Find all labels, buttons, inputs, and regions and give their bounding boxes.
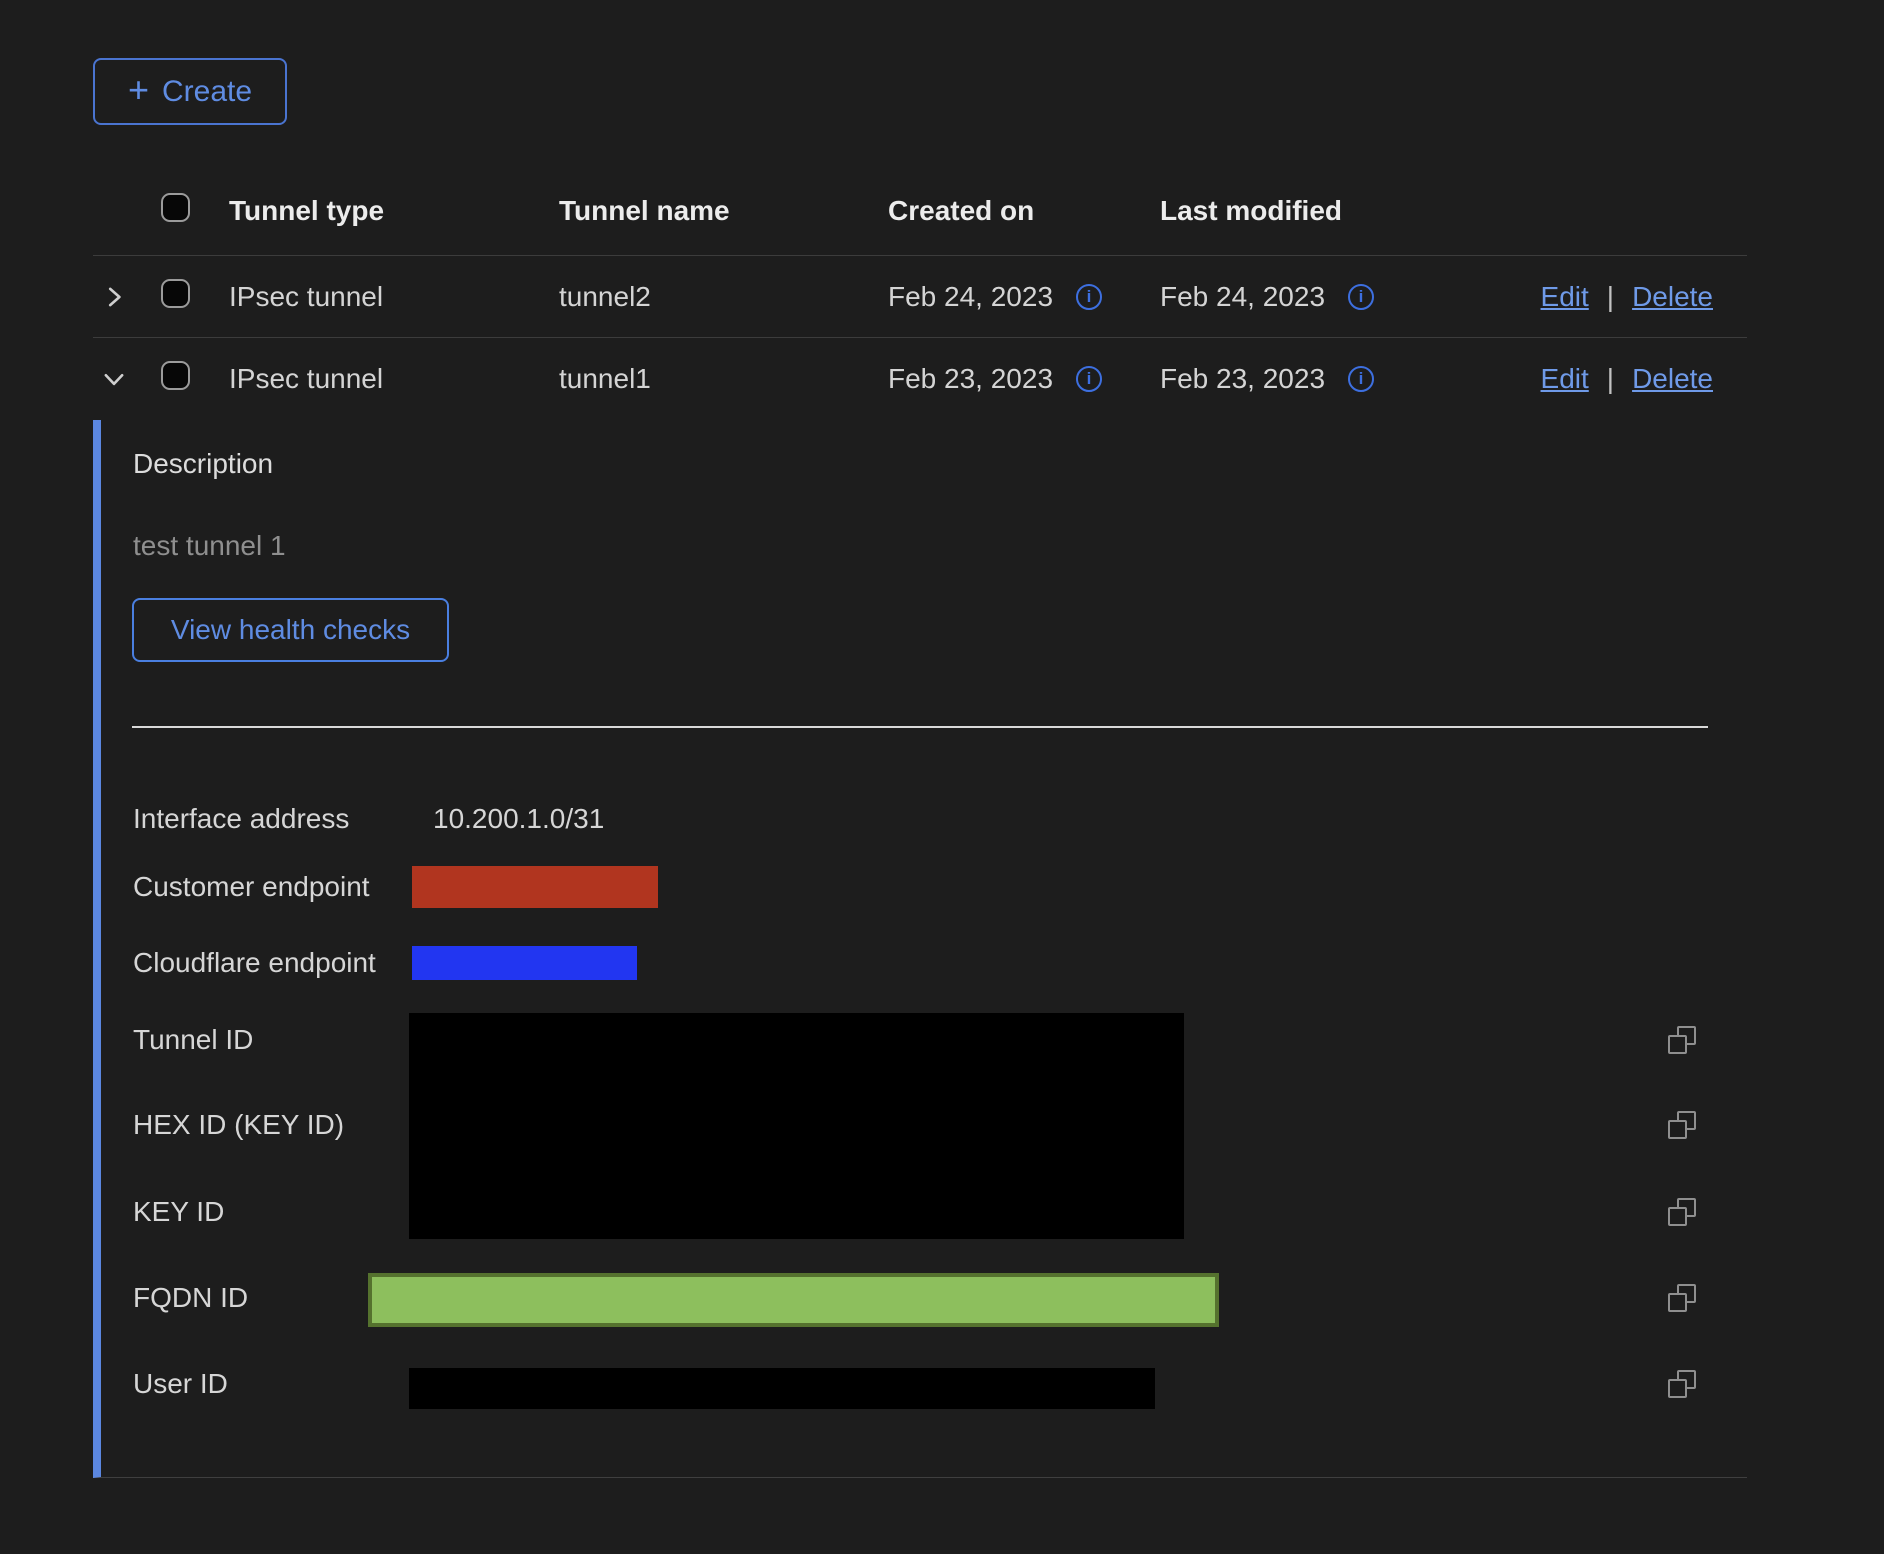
tunnels-table: Tunnel type Tunnel name Created on Last … bbox=[93, 166, 1747, 420]
copy-icon[interactable] bbox=[1668, 1370, 1696, 1398]
hex-id-label: HEX ID (KEY ID) bbox=[133, 1109, 344, 1141]
description-value: test tunnel 1 bbox=[133, 530, 286, 562]
info-icon[interactable]: i bbox=[1348, 366, 1374, 392]
table-row-tunnel1: IPsec tunnel tunnel1 Feb 23, 2023 i Feb … bbox=[93, 338, 1747, 420]
row-actions: Edit | Delete bbox=[1541, 363, 1713, 395]
copy-front-square bbox=[1668, 1035, 1687, 1054]
last-modified-value: Feb 23, 2023 bbox=[1160, 363, 1325, 395]
copy-front-square bbox=[1668, 1379, 1687, 1398]
delete-link[interactable]: Delete bbox=[1632, 281, 1713, 313]
tunnel-name-cell: tunnel1 bbox=[559, 363, 651, 395]
column-header-tunnel-type: Tunnel type bbox=[229, 195, 384, 227]
fqdn-id-label: FQDN ID bbox=[133, 1282, 248, 1314]
cloudflare-endpoint-label: Cloudflare endpoint bbox=[133, 947, 376, 979]
created-on-cell: Feb 24, 2023 i bbox=[888, 281, 1102, 313]
customer-endpoint-redacted-value bbox=[412, 866, 658, 908]
tunnel-type-cell: IPsec tunnel bbox=[229, 363, 383, 395]
edit-link[interactable]: Edit bbox=[1541, 281, 1589, 313]
copy-icon[interactable] bbox=[1668, 1284, 1696, 1312]
tunnel-details-panel: Description test tunnel 1 View health ch… bbox=[93, 420, 1747, 1478]
copy-front-square bbox=[1668, 1293, 1687, 1312]
last-modified-cell: Feb 24, 2023 i bbox=[1160, 281, 1374, 313]
section-divider bbox=[132, 726, 1708, 728]
ids-redacted-block bbox=[409, 1013, 1184, 1239]
copy-front-square bbox=[1668, 1120, 1687, 1139]
copy-front-square bbox=[1668, 1207, 1687, 1226]
column-header-last-modified: Last modified bbox=[1160, 195, 1342, 227]
created-on-cell: Feb 23, 2023 i bbox=[888, 363, 1102, 395]
link-separator: | bbox=[1607, 281, 1614, 313]
last-modified-value: Feb 24, 2023 bbox=[1160, 281, 1325, 313]
copy-icon[interactable] bbox=[1668, 1198, 1696, 1226]
cloudflare-endpoint-redacted-value bbox=[412, 946, 637, 980]
create-button-label: Create bbox=[162, 75, 252, 109]
interface-address-label: Interface address bbox=[133, 803, 349, 835]
tunnel-name-cell: tunnel2 bbox=[559, 281, 651, 313]
copy-icon[interactable] bbox=[1668, 1111, 1696, 1139]
column-header-created-on: Created on bbox=[888, 195, 1034, 227]
ipsec-tunnels-page: + Create Tunnel type Tunnel name Created… bbox=[0, 0, 1884, 1554]
info-icon[interactable]: i bbox=[1348, 284, 1374, 310]
checkbox-icon bbox=[161, 193, 190, 222]
link-separator: | bbox=[1607, 363, 1614, 395]
row-checkbox[interactable] bbox=[161, 279, 190, 315]
row-actions: Edit | Delete bbox=[1541, 281, 1713, 313]
interface-address-value: 10.200.1.0/31 bbox=[433, 803, 604, 835]
user-id-redacted-value bbox=[409, 1368, 1155, 1409]
chevron-right-icon[interactable] bbox=[99, 282, 129, 312]
select-all-checkbox[interactable] bbox=[161, 193, 190, 229]
tunnel-type-cell: IPsec tunnel bbox=[229, 281, 383, 313]
delete-link[interactable]: Delete bbox=[1632, 363, 1713, 395]
last-modified-cell: Feb 23, 2023 i bbox=[1160, 363, 1374, 395]
created-on-value: Feb 24, 2023 bbox=[888, 281, 1053, 313]
user-id-label: User ID bbox=[133, 1368, 228, 1400]
fqdn-id-redacted-value bbox=[368, 1273, 1219, 1327]
table-row-tunnel2: IPsec tunnel tunnel2 Feb 24, 2023 i Feb … bbox=[93, 256, 1747, 338]
info-icon[interactable]: i bbox=[1076, 366, 1102, 392]
copy-icon[interactable] bbox=[1668, 1026, 1696, 1054]
chevron-down-icon[interactable] bbox=[99, 364, 129, 394]
info-icon[interactable]: i bbox=[1076, 284, 1102, 310]
create-button[interactable]: + Create bbox=[93, 58, 287, 125]
customer-endpoint-label: Customer endpoint bbox=[133, 871, 370, 903]
tunnel-id-label: Tunnel ID bbox=[133, 1024, 253, 1056]
plus-icon: + bbox=[128, 72, 149, 108]
edit-link[interactable]: Edit bbox=[1541, 363, 1589, 395]
description-label: Description bbox=[133, 448, 273, 480]
column-header-tunnel-name: Tunnel name bbox=[559, 195, 730, 227]
row-checkbox[interactable] bbox=[161, 361, 190, 397]
view-health-checks-button[interactable]: View health checks bbox=[132, 598, 449, 662]
table-header-row: Tunnel type Tunnel name Created on Last … bbox=[93, 166, 1747, 256]
key-id-label: KEY ID bbox=[133, 1196, 224, 1228]
checkbox-icon bbox=[161, 361, 190, 390]
checkbox-icon bbox=[161, 279, 190, 308]
created-on-value: Feb 23, 2023 bbox=[888, 363, 1053, 395]
